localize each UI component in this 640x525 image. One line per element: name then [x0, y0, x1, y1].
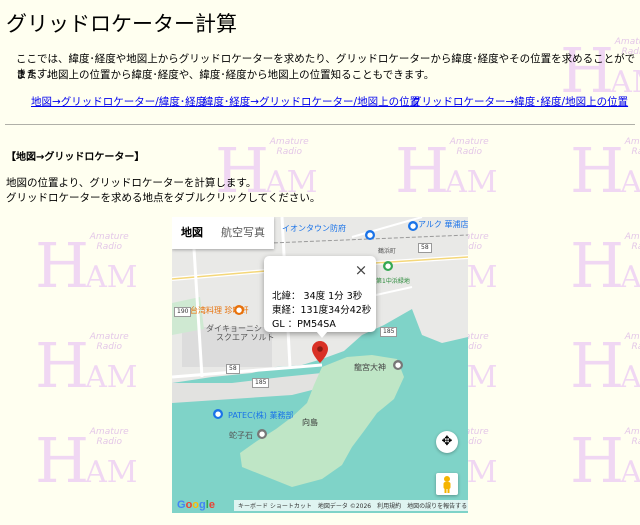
map-attribution: キーボード ショートカット 地図データ ©2026 利用規約 地図の誤りを報告す…	[234, 500, 468, 511]
road-number-badge: 58	[418, 243, 432, 253]
road-number-badge: 185	[252, 378, 270, 388]
nav-link-latlon-to-grid[interactable]: 緯度･経度→グリッドロケーター/地図上の位置	[203, 94, 420, 109]
road-number-badge: 58	[226, 364, 240, 374]
map-label-hebiko[interactable]: 蛇子石	[229, 430, 253, 441]
section-description-line1: 地図の位置より、グリッドロケーターを計算します。	[6, 177, 257, 189]
shrine-icon[interactable]: ●	[393, 360, 403, 370]
tab-map[interactable]: 地図	[172, 217, 212, 249]
watermark-tile: HAMAmature Radio	[395, 134, 498, 207]
watermark-tile: HAMAmature Radio	[35, 424, 138, 497]
page-title: グリッドロケーター計算	[6, 12, 237, 36]
map-label-ryugu[interactable]: 龍宮大神	[354, 362, 386, 373]
info-grid-locator: GL ：PM54SA	[272, 319, 336, 330]
watermark-tile: HAMAmature Radio	[570, 329, 640, 402]
map-label-aeon[interactable]: イオンタウン防府	[282, 223, 346, 234]
road-number-badge: 190	[174, 307, 192, 317]
watermark-tile: HAMAmature Radio	[570, 229, 640, 302]
info-window: 北緯： 34度 1分 3秒 東経：131度34分42秒 GL ：PM54SA ×	[264, 256, 376, 338]
map-label-tsuru: 鶴浜町	[378, 248, 397, 255]
restaurant-icon[interactable]: ●	[234, 305, 244, 315]
camera-control-icon[interactable]: ✥	[436, 431, 458, 453]
map-label-arc[interactable]: アルク 華浦店	[418, 219, 468, 230]
google-logo: Google	[177, 499, 215, 511]
street-view-pegman-icon[interactable]	[436, 473, 458, 495]
map-label-patec[interactable]: PATEC(株) 業務部	[228, 410, 293, 421]
info-window-tail	[316, 331, 328, 338]
map-marker-icon[interactable]	[312, 341, 328, 363]
info-longitude: 東経：131度34分42秒	[272, 305, 372, 316]
report-error-link[interactable]: 地図の誤りを報告する	[407, 501, 467, 510]
watermark-tile: HAMAmature Radio	[570, 134, 640, 207]
watermark-tile: HAMAmature Radio	[570, 424, 640, 497]
pegman-icon	[443, 476, 451, 493]
close-icon[interactable]: ×	[347, 256, 375, 284]
business-icon[interactable]: ●	[213, 409, 223, 419]
shopping-bag-icon[interactable]: ●	[408, 221, 418, 231]
map-type-control: 地図 航空写真	[172, 217, 274, 249]
section-title: 【地図→グリッドロケーター】	[6, 152, 145, 163]
section-description-line2: グリッドロケーターを求める地点をダブルクリックしてください。	[6, 192, 321, 204]
info-latitude: 北緯： 34度 1分 3秒	[272, 291, 363, 302]
watermark-tile: HAMAmature Radio	[35, 229, 138, 302]
shopping-bag-icon[interactable]: ●	[365, 230, 375, 240]
tab-satellite[interactable]: 航空写真	[212, 217, 274, 249]
landmark-icon[interactable]: ●	[257, 429, 267, 439]
map-label-square: スクエア ソルト	[216, 333, 275, 342]
keyboard-shortcuts-link[interactable]: キーボード ショートカット	[238, 501, 312, 510]
nav-link-map-to-grid[interactable]: 地図→グリッドロケーター/緯度･経度	[31, 94, 206, 109]
road-number-badge: 185	[380, 327, 398, 337]
terms-link[interactable]: 利用規約	[377, 501, 401, 510]
map-canvas[interactable]: イオンタウン防府 アルク 華浦店 台湾料理 珍味軒 ダイキョーニシ スクエア ソ…	[172, 217, 468, 513]
park-icon[interactable]: ●	[383, 261, 393, 271]
map-label-park: 第1中浜緑地	[376, 278, 410, 285]
map-label-mukoshima: 向島	[302, 418, 318, 427]
map-data-credit: 地図データ ©2026	[317, 503, 372, 510]
nav-link-grid-to-latlon[interactable]: グリッドロケーター→緯度･経度/地図上の位置	[411, 94, 628, 109]
watermark-tile: HAMAmature Radio	[35, 329, 138, 402]
intro-text-line2: また、地図上の位置から緯度･経度や、緯度･経度から地図上の位置知ることもできます…	[16, 69, 435, 81]
divider	[5, 124, 635, 125]
